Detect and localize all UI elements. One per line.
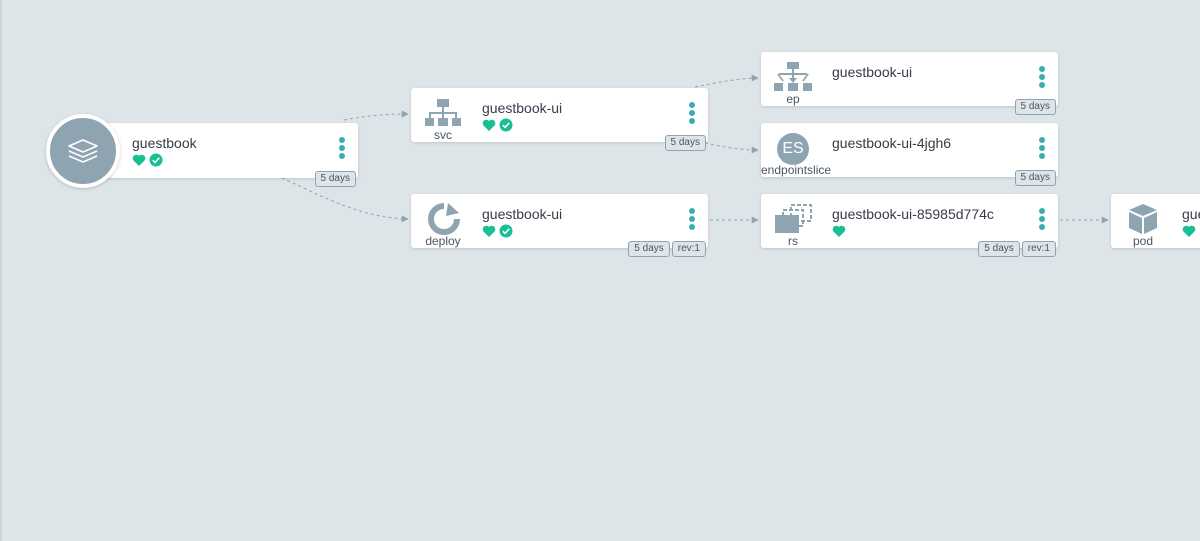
age-tag: 5 days [1014,170,1056,186]
synced-check-icon [499,118,513,132]
node-status [1182,224,1196,238]
node-tags: 5 days [1014,170,1056,186]
node-tags: 5 days [664,135,706,151]
healthy-heart-icon [832,225,846,237]
replicaset-icon [775,204,812,233]
deploy-icon [428,203,460,235]
service-icon [425,99,461,126]
application-icon [46,114,120,188]
synced-check-icon [149,153,163,167]
node-svc-guestbook-ui[interactable]: svc guestbook-ui 5 days [411,88,708,151]
node-title: guestbook-ui [482,100,563,116]
endpoints-icon [774,62,812,91]
healthy-heart-icon [1182,225,1196,237]
revision-tag: rev:1 [1021,241,1056,257]
node-title: gue [1182,206,1200,222]
edge-svc-ep [694,74,759,88]
endpointslice-icon: ES [777,133,809,165]
node-tags: 5 days [1014,99,1056,115]
node-kind: svc [434,128,452,142]
node-status [832,224,846,238]
canvas-left-border [0,0,2,541]
age-tag: 5 days [1014,99,1056,115]
age-tag: 5 days [978,241,1020,257]
healthy-heart-icon [132,154,146,166]
age-tag: 5 days [314,171,356,187]
node-kind: endpointslice [761,163,832,177]
node-rs-guestbook-ui-85985d774c[interactable]: rs guestbook-ui-85985d774c 5 days rev:1 [761,194,1058,257]
node-menu-button[interactable] [1038,137,1046,163]
node-title: guestbook-ui-85985d774c [832,206,994,222]
node-status [482,224,513,238]
age-tag: 5 days [628,241,670,257]
pod-cube-icon [1129,204,1157,234]
node-status [132,153,163,167]
node-pod[interactable]: pod gue [1111,194,1200,248]
node-deploy-guestbook-ui[interactable]: deploy guestbook-ui 5 days rev:1 [411,194,708,257]
layers-icon [68,139,98,163]
edge-svc-endpointslice [704,142,759,154]
synced-check-icon [499,224,513,238]
node-kind: deploy [425,234,461,248]
node-status [482,118,513,132]
edge-app-svc [343,110,409,121]
node-menu-button[interactable] [1038,66,1046,92]
node-endpointslice-guestbook-ui-4jgh6[interactable]: ES endpointslice guestbook-ui-4jgh6 5 da… [761,123,1058,186]
revision-tag: rev:1 [671,241,706,257]
node-ep-guestbook-ui[interactable]: ep guestbook-ui 5 days [761,52,1058,115]
node-title: guestbook [132,135,197,151]
node-kind: ep [786,92,800,106]
healthy-heart-icon [482,225,496,237]
node-tags: 5 days [314,171,356,187]
node-title: guestbook-ui-4jgh6 [832,135,952,151]
healthy-heart-icon [482,119,496,131]
node-kind: rs [788,234,798,248]
node-tags: 5 days rev:1 [978,241,1056,257]
node-menu-button[interactable] [338,137,346,163]
node-kind: pod [1132,234,1154,248]
node-menu-button[interactable] [688,102,696,128]
node-title: guestbook-ui [482,206,563,222]
node-tags: 5 days rev:1 [628,241,706,257]
app-node-guestbook[interactable]: guestbook 5 days [46,114,358,188]
node-menu-button[interactable] [688,208,696,234]
node-title: guestbook-ui [832,64,913,80]
node-menu-button[interactable] [1038,208,1046,234]
age-tag: 5 days [664,135,706,151]
